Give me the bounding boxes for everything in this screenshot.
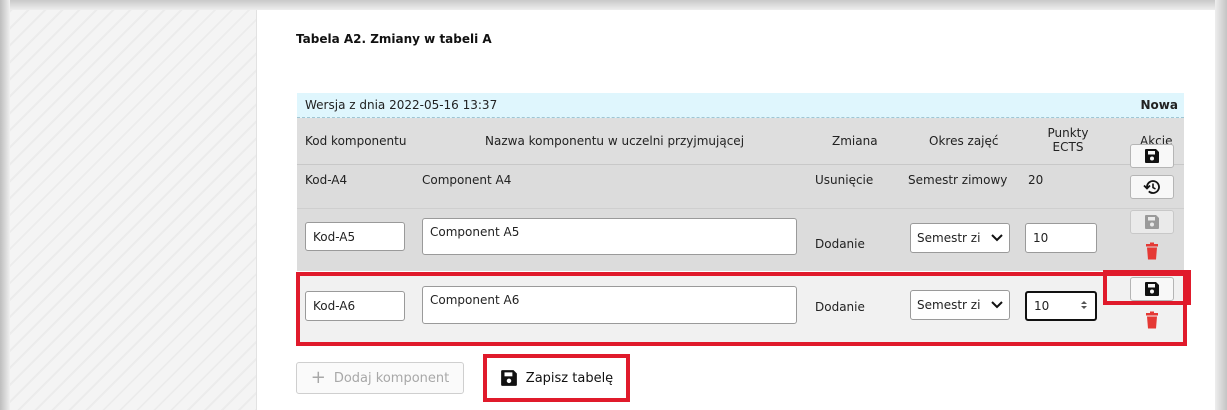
ects-input[interactable]: 10: [1025, 223, 1097, 253]
save-row-button[interactable]: [1130, 277, 1174, 301]
add-component-button[interactable]: + Dodaj komponent: [296, 362, 464, 394]
header-ects-line1: Punkty: [1047, 126, 1089, 140]
left-side-panel: [10, 10, 257, 410]
add-component-label: Dodaj komponent: [333, 370, 450, 386]
table-header: Kod komponentu Nazwa komponentu w uczeln…: [297, 118, 1184, 165]
window-right-frame: [1215, 0, 1227, 410]
history-icon: [1143, 180, 1160, 194]
row-change: Dodanie: [815, 237, 865, 251]
header-name: Nazwa komponentu w uczelni przyjmującej: [485, 134, 745, 148]
header-ects: Punkty ECTS: [1045, 126, 1091, 154]
delete-row-button[interactable]: [1130, 239, 1174, 263]
header-change: Zmiana: [832, 134, 878, 148]
save-table-button[interactable]: Zapisz tabelę: [483, 354, 630, 402]
header-code: Kod komponentu: [305, 134, 407, 148]
save-row-button[interactable]: [1130, 144, 1174, 168]
row-name: Component A4: [422, 173, 512, 187]
chevron-down-icon: [991, 231, 1003, 245]
trash-icon: [1146, 311, 1158, 329]
content-area: Tabela A2. Zmiany w tabeli A Wersja z dn…: [257, 10, 1215, 410]
save-table-content: Zapisz tabelę: [487, 358, 626, 398]
period-select[interactable]: Semestr zi: [910, 290, 1010, 320]
name-input[interactable]: Component A6: [422, 286, 797, 324]
period-select-value: Semestr zi: [917, 231, 981, 245]
spinner-arrows-icon[interactable]: [1080, 299, 1088, 314]
status-badge: Nowa: [1140, 98, 1178, 112]
period-select[interactable]: Semestr zi: [910, 223, 1010, 253]
floppy-disk-icon: [1145, 215, 1159, 229]
row-period: Semestr zimowy: [908, 173, 1008, 187]
plus-icon: +: [310, 367, 326, 388]
code-input[interactable]: Kod-A5: [305, 222, 405, 251]
floppy-disk-icon: [1145, 282, 1159, 296]
row-ects: 20: [1028, 173, 1044, 187]
code-input[interactable]: Kod-A6: [305, 291, 405, 321]
row-code: Kod-A4: [305, 173, 348, 187]
window-top-frame: [0, 0, 1227, 10]
floppy-disk-icon: [500, 370, 517, 386]
version-date: Wersja z dnia 2022-05-16 13:37: [305, 98, 498, 112]
version-bar: Wersja z dnia 2022-05-16 13:37 Nowa: [297, 93, 1184, 118]
ects-input[interactable]: 10: [1025, 291, 1097, 321]
table-title: Tabela A2. Zmiany w tabeli A: [296, 32, 492, 46]
window-left-frame: [0, 0, 10, 410]
header-ects-line2: ECTS: [1052, 140, 1084, 154]
row-change: Usunięcie: [815, 173, 874, 187]
restore-row-button[interactable]: [1130, 175, 1174, 199]
row-change: Dodanie: [815, 300, 865, 314]
delete-row-button[interactable]: [1130, 308, 1174, 332]
name-input[interactable]: Component A5: [422, 218, 797, 255]
header-period: Okres zajęć: [929, 134, 999, 148]
chevron-down-icon: [991, 298, 1003, 312]
save-row-button[interactable]: [1130, 210, 1174, 234]
floppy-disk-icon: [1145, 149, 1159, 163]
save-table-label: Zapisz tabelę: [525, 370, 614, 386]
period-select-value: Semestr zi: [917, 298, 981, 312]
ects-input-value: 10: [1034, 299, 1050, 313]
trash-icon: [1146, 242, 1158, 260]
